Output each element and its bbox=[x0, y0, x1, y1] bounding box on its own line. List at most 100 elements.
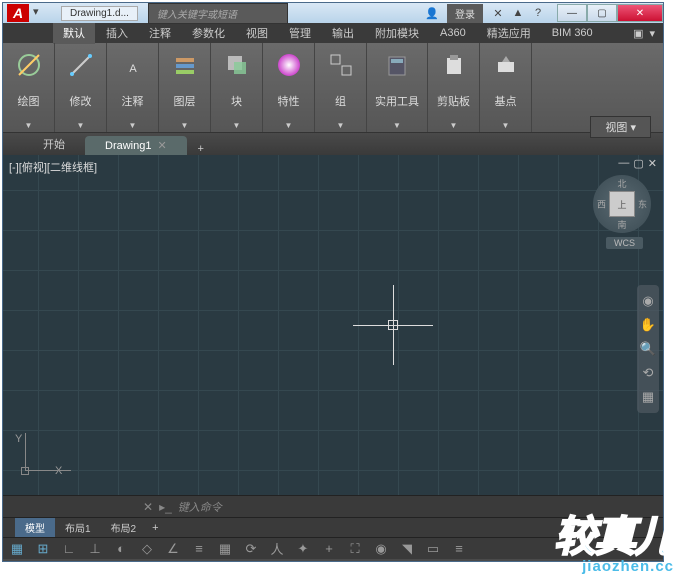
snap-icon[interactable]: ∟ bbox=[61, 541, 77, 556]
cmd-input[interactable]: 键入命令 bbox=[178, 499, 222, 515]
otrack-icon[interactable]: ∠ bbox=[165, 541, 181, 557]
ribbon-panel-modify[interactable]: 修改▼ bbox=[55, 43, 107, 132]
minimize-button[interactable]: — bbox=[557, 4, 587, 22]
modify-icon bbox=[65, 49, 97, 81]
a360-icon[interactable]: ▲ bbox=[509, 5, 527, 21]
view-dropdown[interactable]: 视图 ▾ bbox=[590, 116, 651, 138]
add-layout-button[interactable]: + bbox=[146, 522, 164, 534]
panel-label: 基点 bbox=[495, 91, 517, 111]
panel-expand-icon[interactable]: ▼ bbox=[25, 121, 33, 130]
ribbon-panel-clip[interactable]: 剪贴板▼ bbox=[428, 43, 480, 132]
view-cube[interactable]: 北 南 西 东 上 bbox=[593, 175, 651, 233]
hardware-icon[interactable]: ◥ bbox=[399, 541, 415, 557]
layout-tab-2[interactable]: 布局2 bbox=[101, 518, 147, 537]
customize-icon[interactable]: ≡ bbox=[451, 541, 467, 556]
file-tab-0[interactable]: 开始 bbox=[23, 133, 85, 155]
cmd-prompt-icon: ▸_ bbox=[159, 500, 172, 514]
panel-expand-icon[interactable]: ▼ bbox=[233, 121, 241, 130]
model-space-icon[interactable]: ▦ bbox=[9, 541, 25, 557]
compass-north[interactable]: 北 bbox=[617, 177, 626, 190]
panel-expand-icon[interactable]: ▼ bbox=[77, 121, 85, 130]
tab-close-icon[interactable]: ✕ bbox=[157, 140, 166, 152]
block-icon bbox=[221, 49, 253, 81]
ribbon-tab-5[interactable]: 管理 bbox=[279, 22, 321, 44]
orbit-icon[interactable]: ⟲ bbox=[643, 365, 654, 381]
compass-west[interactable]: 西 bbox=[597, 198, 606, 211]
panel-expand-icon[interactable]: ▼ bbox=[129, 121, 137, 130]
ribbon-panel-text[interactable]: A注释▼ bbox=[107, 43, 159, 132]
annoscale-icon[interactable]: 人 bbox=[269, 539, 285, 558]
units-icon[interactable]: ⛶ bbox=[347, 541, 363, 557]
panel-expand-icon[interactable]: ▼ bbox=[337, 121, 345, 130]
watermark-main: 较真儿 bbox=[554, 503, 674, 564]
help-icon[interactable]: ? bbox=[529, 5, 547, 21]
qat-dropdown-icon[interactable]: ▾ bbox=[33, 5, 49, 21]
ribbon-tab-2[interactable]: 注释 bbox=[139, 22, 181, 44]
workspace-icon[interactable]: ✦ bbox=[295, 541, 311, 557]
titlebar-left: A ▾ Drawing1.d... 键入关键字或短语 bbox=[3, 3, 288, 24]
osnap-icon[interactable]: ◇ bbox=[139, 541, 155, 557]
viewport-label[interactable]: [-][俯视][二维线框] bbox=[9, 159, 97, 175]
ribbon-panel-group[interactable]: 组▼ bbox=[315, 43, 367, 132]
panel-expand-icon[interactable]: ▼ bbox=[450, 121, 458, 130]
panel-expand-icon[interactable]: ▼ bbox=[393, 121, 401, 130]
ribbon-tab-8[interactable]: A360 bbox=[430, 24, 476, 42]
maximize-button[interactable]: ▢ bbox=[587, 4, 617, 22]
ribbon-panel-props[interactable]: 特性▼ bbox=[263, 43, 315, 132]
search-input[interactable]: 键入关键字或短语 bbox=[148, 3, 288, 24]
login-button[interactable]: 登录 bbox=[447, 4, 483, 23]
exchange-icon[interactable]: ✕ bbox=[489, 5, 507, 21]
layout-tab-1[interactable]: 布局1 bbox=[55, 518, 101, 537]
app-logo[interactable]: A bbox=[7, 4, 29, 22]
ribbon-extra-arrow-icon[interactable]: ▾ bbox=[649, 27, 655, 40]
grid bbox=[3, 155, 663, 495]
transparency-icon[interactable]: ▦ bbox=[217, 541, 233, 557]
ribbon-tab-0[interactable]: 默认 bbox=[53, 22, 95, 44]
pan-icon[interactable]: ✋ bbox=[640, 317, 656, 333]
nav-wheel-icon[interactable]: ◉ bbox=[642, 293, 653, 309]
ribbon-tab-7[interactable]: 附加模块 bbox=[365, 22, 429, 44]
ortho-icon[interactable]: ⊥ bbox=[87, 541, 103, 557]
ucs-y-label: Y bbox=[15, 433, 22, 445]
vp-maximize-icon[interactable]: ▢ bbox=[633, 157, 643, 170]
panel-label: 图层 bbox=[174, 91, 196, 111]
ribbon-tab-10[interactable]: BIM 360 bbox=[542, 24, 603, 42]
wcs-label[interactable]: WCS bbox=[606, 237, 643, 249]
isolate-icon[interactable]: ◉ bbox=[373, 541, 389, 557]
cleanscreen-icon[interactable]: ▭ bbox=[425, 541, 441, 557]
ribbon-tab-4[interactable]: 视图 bbox=[236, 22, 278, 44]
panel-expand-icon[interactable]: ▼ bbox=[502, 121, 510, 130]
cycling-icon[interactable]: ⟳ bbox=[243, 541, 259, 557]
zoom-icon[interactable]: 🔍 bbox=[640, 341, 656, 357]
compass-south[interactable]: 南 bbox=[617, 218, 626, 231]
ribbon-panel-draw[interactable]: 绘图▼ bbox=[3, 43, 55, 132]
showmotion-icon[interactable]: ▦ bbox=[642, 389, 654, 405]
ribbon-tab-3[interactable]: 参数化 bbox=[182, 22, 235, 44]
close-button[interactable]: ✕ bbox=[617, 4, 663, 22]
annomonitor-icon[interactable]: + bbox=[321, 541, 337, 556]
new-tab-button[interactable]: + bbox=[191, 143, 211, 155]
ribbon-extra-icon[interactable]: ▣ bbox=[633, 27, 643, 40]
grid-icon[interactable]: ⊞ bbox=[35, 541, 51, 557]
vp-close-icon[interactable]: ✕ bbox=[648, 157, 657, 170]
layout-tab-0[interactable]: 模型 bbox=[15, 518, 55, 537]
panel-expand-icon[interactable]: ▼ bbox=[181, 121, 189, 130]
ribbon-panel-util[interactable]: 实用工具▼ bbox=[367, 43, 428, 132]
ribbon-panel-base[interactable]: 基点 ▼ bbox=[480, 43, 532, 132]
vp-minimize-icon[interactable]: — bbox=[618, 157, 629, 170]
ribbon-tab-1[interactable]: 插入 bbox=[96, 22, 138, 44]
ribbon-panel-layers[interactable]: 图层 ▼ bbox=[159, 43, 211, 132]
viewcube-top-face[interactable]: 上 bbox=[609, 191, 635, 217]
ribbon-tab-strip: 默认插入注释参数化视图管理输出附加模块A360精选应用BIM 360 ▣ ▾ bbox=[3, 23, 663, 43]
file-tab-1[interactable]: Drawing1✕ bbox=[85, 136, 187, 155]
drawing-canvas[interactable]: [-][俯视][二维线框] — ▢ ✕ 北 南 西 东 上 WCS ◉ ✋ 🔍 … bbox=[3, 155, 663, 495]
compass-east[interactable]: 东 bbox=[638, 198, 647, 211]
panel-expand-icon[interactable]: ▼ bbox=[285, 121, 293, 130]
polar-icon[interactable]: ◐ bbox=[113, 541, 129, 556]
signin-icon[interactable]: 👤 bbox=[423, 5, 441, 21]
lineweight-icon[interactable]: ≡ bbox=[191, 541, 207, 556]
ribbon-tab-9[interactable]: 精选应用 bbox=[477, 22, 541, 44]
ribbon-tab-6[interactable]: 输出 bbox=[322, 22, 364, 44]
cmd-handle-icon[interactable]: ✕ bbox=[143, 500, 153, 514]
ribbon-panel-block[interactable]: 块▼ bbox=[211, 43, 263, 132]
